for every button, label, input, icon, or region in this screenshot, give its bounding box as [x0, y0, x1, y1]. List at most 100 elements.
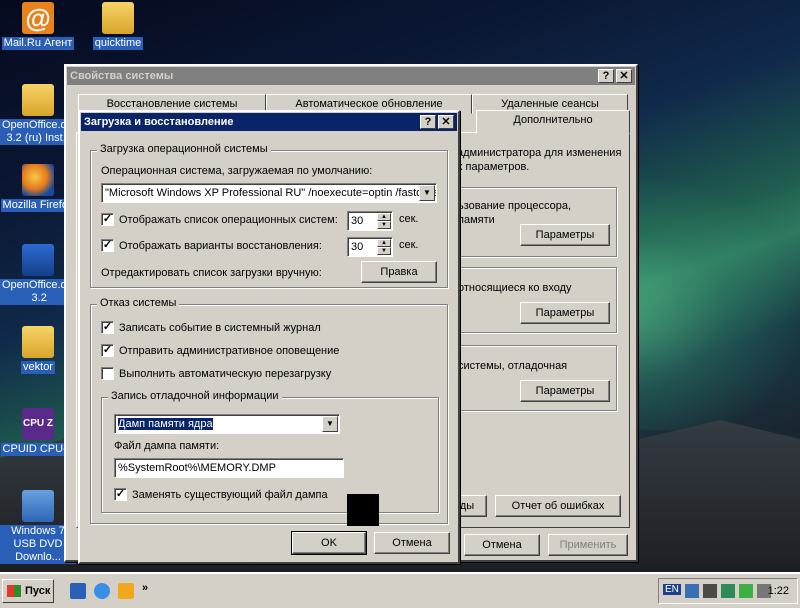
folder-icon: [22, 84, 54, 116]
spinner[interactable]: ▲ ▼: [377, 213, 391, 229]
cancel-button[interactable]: Отмена: [374, 532, 450, 554]
tab-advanced[interactable]: Дополнительно: [476, 110, 630, 134]
close-button[interactable]: ✕: [616, 69, 632, 83]
auto-restart-checkbox[interactable]: Выполнить автоматическую перезагрузку: [101, 367, 331, 380]
overwrite-dump-label: Заменять существующий файл дампа: [132, 488, 328, 501]
language-indicator[interactable]: EN: [663, 584, 681, 595]
spin-down-icon[interactable]: ▼: [377, 221, 391, 229]
performance-text-2: памяти: [458, 214, 495, 226]
dialog-titlebar[interactable]: Загрузка и восстановление ? ✕: [81, 113, 457, 131]
system-tray: EN 1:22: [658, 578, 798, 604]
auto-restart-label: Выполнить автоматическую перезагрузку: [119, 367, 332, 380]
startup-recovery-text: системы, отладочная: [458, 360, 568, 372]
system-failure-title: Отказ системы: [97, 297, 180, 309]
system-properties-titlebar[interactable]: Свойства системы ? ✕: [67, 67, 635, 85]
help-button[interactable]: ?: [598, 69, 614, 83]
boot-group: Загрузка операционной системы Операционн…: [90, 143, 448, 288]
chevron-down-icon[interactable]: ▼: [322, 416, 338, 432]
cpuz-icon: CPU Z: [22, 408, 54, 440]
dump-file-value: %SystemRoot%\MEMORY.DMP: [118, 462, 276, 474]
checkbox-box: ✓: [101, 344, 114, 357]
error-reporting-button[interactable]: Отчет об ошибках: [495, 495, 621, 517]
checkbox-box: [101, 367, 114, 380]
redaction-block: [347, 494, 379, 526]
desktop-icon-label: Mail.Ru Агент: [1, 37, 75, 50]
window-title: Свойства системы: [70, 70, 174, 82]
spin-up-icon[interactable]: ▲: [377, 213, 391, 221]
ok-button[interactable]: OK: [291, 531, 367, 555]
usb-tool-icon: [22, 490, 54, 522]
write-event-checkbox[interactable]: ✓ Записать событие в системный журнал: [101, 321, 321, 334]
show-recovery-label: Отображать варианты восстановления:: [119, 239, 322, 252]
default-os-value: "Microsoft Windows XP Professional RU" /…: [105, 187, 437, 199]
folder-icon: [22, 326, 54, 358]
firefox-icon: [22, 164, 54, 196]
startup-recovery-dialog: Загрузка и восстановление ? ✕ Загрузка о…: [78, 110, 460, 564]
media-player-icon[interactable]: [118, 583, 134, 599]
show-recovery-seconds-value: 30: [351, 241, 364, 253]
edit-boot-button[interactable]: Правка: [361, 261, 437, 283]
start-label: Пуск: [25, 585, 51, 597]
performance-settings-button[interactable]: Параметры: [520, 224, 610, 246]
checkbox-box: ✓: [101, 213, 114, 226]
dump-file-input[interactable]: %SystemRoot%\MEMORY.DMP: [114, 458, 344, 478]
spin-up-icon[interactable]: ▲: [377, 239, 391, 247]
desktop-icon-quicktime[interactable]: quicktime: [80, 2, 156, 50]
dialog-title: Загрузка и восстановление: [84, 116, 234, 128]
sysprops-cancel-button[interactable]: Отмена: [464, 534, 540, 556]
dump-type-value: Дамп памяти ядра: [118, 418, 213, 430]
close-button[interactable]: ✕: [438, 115, 454, 129]
show-os-list-checkbox[interactable]: ✓ Отображать список операционных систем:: [101, 213, 338, 226]
desktop-icon-mailru[interactable]: @ Mail.Ru Агент: [0, 2, 76, 50]
chevron-down-icon[interactable]: ▼: [419, 185, 435, 201]
help-button[interactable]: ?: [420, 115, 436, 129]
seconds-label: сек.: [399, 239, 419, 251]
checkbox-box: ✓: [101, 321, 114, 334]
dump-file-label: Файл дампа памяти:: [114, 440, 220, 452]
show-recovery-seconds[interactable]: 30 ▲ ▼: [347, 237, 393, 257]
show-recovery-checkbox[interactable]: ✓ Отображать варианты восстановления:: [101, 239, 322, 252]
debug-info-group: Запись отладочной информации Дамп памяти…: [101, 390, 439, 513]
seconds-label: сек.: [399, 213, 419, 225]
startup-recovery-settings-button[interactable]: Параметры: [520, 380, 610, 402]
send-alert-checkbox[interactable]: ✓ Отправить административное оповещение: [101, 344, 339, 357]
taskbar: Пуск » EN 1:22: [0, 572, 800, 608]
show-os-list-seconds-value: 30: [351, 215, 364, 227]
edit-boot-label: Отредактировать список загрузки вручную:: [101, 267, 322, 279]
checkbox-box: ✓: [114, 488, 127, 501]
wireless-icon[interactable]: [739, 584, 753, 598]
internet-explorer-icon[interactable]: [94, 583, 110, 599]
show-os-list-seconds[interactable]: 30 ▲ ▼: [347, 211, 393, 231]
mail-agent-icon: @: [22, 2, 54, 34]
spin-down-icon[interactable]: ▼: [377, 247, 391, 255]
default-os-select[interactable]: "Microsoft Windows XP Professional RU" /…: [101, 183, 437, 203]
dump-type-select[interactable]: Дамп памяти ядра ▼: [114, 414, 340, 434]
debug-info-title: Запись отладочной информации: [108, 390, 282, 402]
checkbox-box: ✓: [101, 239, 114, 252]
quicklaunch-more-icon[interactable]: »: [142, 582, 148, 594]
clock[interactable]: 1:22: [768, 585, 789, 597]
boot-group-title: Загрузка операционной системы: [97, 143, 271, 155]
performance-text: ьзование процессора,: [458, 200, 572, 212]
desktop-icon-label: vektor: [21, 361, 55, 374]
spinner[interactable]: ▲ ▼: [377, 239, 391, 255]
safely-remove-icon[interactable]: [721, 584, 735, 598]
admin-note-2: х параметров.: [457, 161, 530, 173]
printer-icon[interactable]: [703, 584, 717, 598]
show-os-list-label: Отображать список операционных систем:: [119, 213, 338, 226]
show-desktop-icon[interactable]: [70, 583, 86, 599]
admin-note: администратора для изменения: [457, 147, 622, 159]
windows-flag-icon: [7, 585, 21, 597]
sysprops-apply-button[interactable]: Применить: [548, 534, 628, 556]
desktop-icon-label: quicktime: [92, 37, 144, 50]
send-alert-label: Отправить административное оповещение: [119, 344, 340, 357]
openoffice-icon: [22, 244, 54, 276]
folder-icon: [102, 2, 134, 34]
default-os-label: Операционная система, загружаемая по умо…: [101, 165, 373, 177]
start-button[interactable]: Пуск: [2, 579, 54, 603]
network-icon[interactable]: [685, 584, 699, 598]
write-event-label: Записать событие в системный журнал: [119, 321, 321, 334]
overwrite-dump-checkbox[interactable]: ✓ Заменять существующий файл дампа: [114, 488, 328, 501]
user-profiles-settings-button[interactable]: Параметры: [520, 302, 610, 324]
user-profiles-text: относящиеся ко входу: [458, 282, 572, 294]
